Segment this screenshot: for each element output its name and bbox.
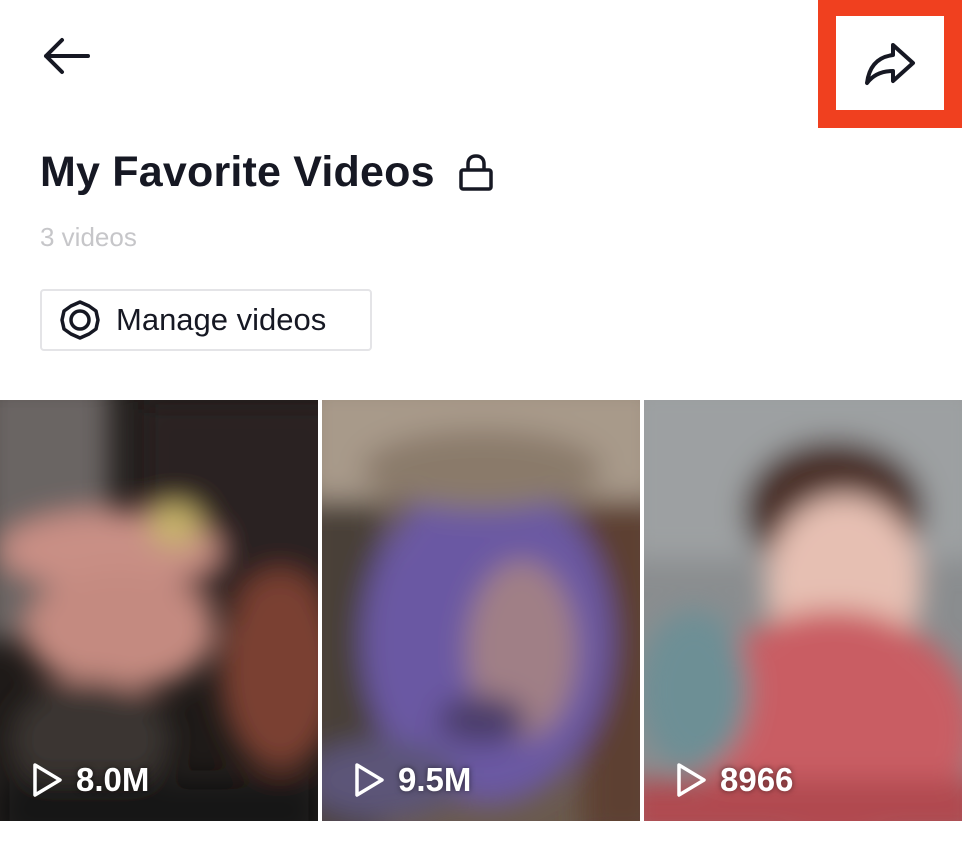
share-highlight-box <box>818 0 962 128</box>
share-arrow-icon <box>865 43 915 85</box>
video-thumbnail <box>322 400 640 821</box>
view-count-text: 8.0M <box>76 761 150 798</box>
manage-videos-label: Manage videos <box>116 302 327 337</box>
video-tile[interactable]: 9.5M <box>322 400 640 821</box>
play-icon <box>677 763 706 797</box>
view-count: 8.0M <box>30 761 149 799</box>
back-button[interactable] <box>36 26 96 86</box>
view-count-text: 8966 <box>720 761 794 798</box>
video-tile[interactable]: 8.0M <box>0 400 318 821</box>
view-count: 9.5M <box>352 761 471 799</box>
video-thumbnail <box>644 400 962 821</box>
video-count: 3 videos <box>40 222 137 252</box>
gear-icon <box>60 300 100 340</box>
video-thumbnail <box>0 400 318 821</box>
video-tile[interactable]: 8966 <box>644 400 962 821</box>
playlist-title-row: My Favorite Videos <box>40 148 495 197</box>
share-button[interactable] <box>855 28 925 98</box>
page-title: My Favorite Videos <box>40 148 435 196</box>
view-count: 8966 <box>674 761 793 799</box>
arrow-left-icon <box>44 38 90 74</box>
play-icon <box>33 763 62 797</box>
manage-videos-button[interactable]: Manage videos <box>40 289 372 351</box>
view-count-text: 9.5M <box>398 761 472 798</box>
play-icon <box>355 763 384 797</box>
lock-icon <box>457 153 495 193</box>
video-grid: 8.0M 9.5M 8966 <box>0 400 962 821</box>
